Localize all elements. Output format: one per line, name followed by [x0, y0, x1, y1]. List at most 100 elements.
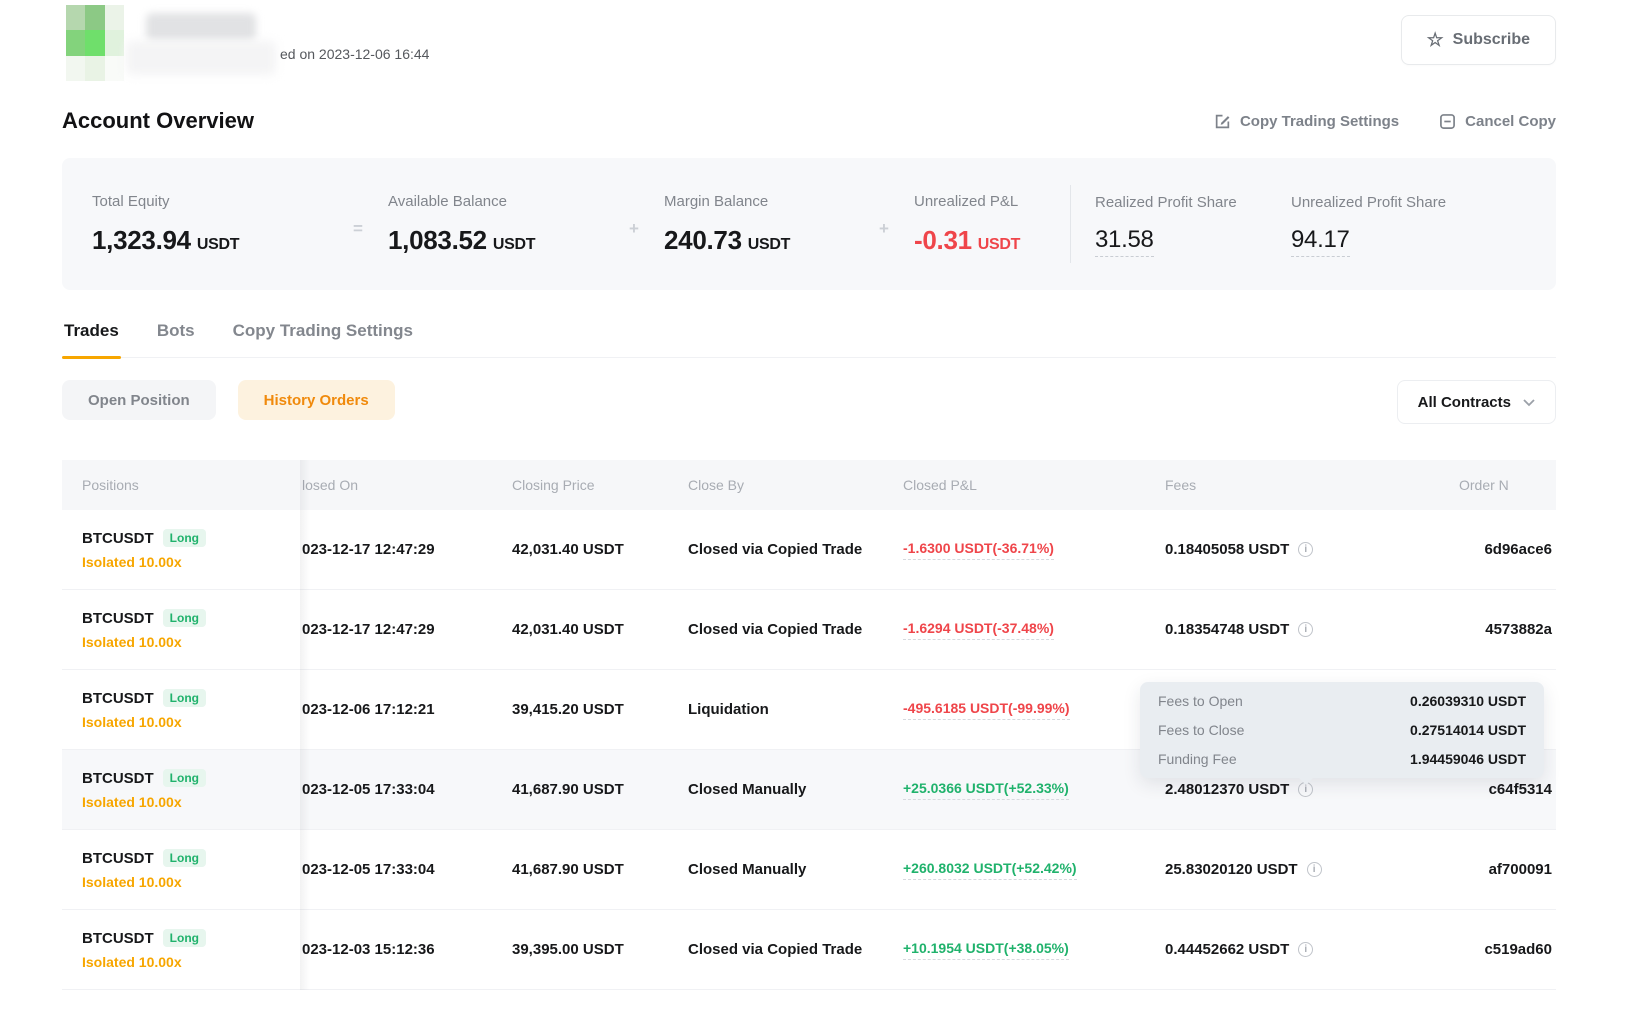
copy-trading-settings-label: Copy Trading Settings [1240, 113, 1399, 130]
subscribe-label: Subscribe [1453, 31, 1530, 49]
stat-margin-balance: Margin Balance 240.73USDT [664, 193, 854, 256]
closed-pnl-cell: -1.6294 USDT(-37.48%) [901, 620, 1163, 640]
close-by-cell: Liquidation [686, 701, 901, 718]
fees-inner: 2.48012370 USDT i [1165, 781, 1313, 798]
table-row: BTCUSDT Long Isolated 10.00x 023-12-05 1… [62, 830, 1556, 910]
side-badge: Long [163, 689, 206, 707]
stat-available-balance: Available Balance 1,083.52USDT [388, 193, 604, 256]
closed-on-cell: 023-12-05 17:33:04 [300, 781, 510, 798]
order-no-cell: af700091 [1446, 861, 1556, 878]
fees-inner: 25.83020120 USDT i [1165, 861, 1322, 878]
closed-pnl-value[interactable]: -1.6294 USDT(-37.48%) [903, 620, 1054, 640]
symbol-label: BTCUSDT [82, 610, 154, 627]
info-icon[interactable]: i [1307, 862, 1322, 877]
edit-icon [1214, 113, 1231, 130]
realized-profit-share-value[interactable]: 31.58 [1095, 226, 1154, 257]
positions-cell: BTCUSDT Long Isolated 10.00x [62, 849, 300, 890]
col-order-no: Order N [1446, 477, 1556, 493]
side-badge: Long [163, 769, 206, 787]
subscribe-button[interactable]: ☆ Subscribe [1401, 15, 1556, 65]
order-no-cell: 6d96ace6 [1446, 541, 1556, 558]
copy-trading-page: ed on 2023-12-06 16:44 ☆ Subscribe Accou… [0, 0, 1626, 1032]
fees-cell: 0.44452662 USDT i [1163, 941, 1446, 958]
closed-pnl-cell: -1.6300 USDT(-36.71%) [901, 540, 1163, 560]
col-closed-pnl: Closed P&L [901, 477, 1163, 493]
closed-pnl-value[interactable]: +260.8032 USDT(+52.42%) [903, 860, 1077, 880]
account-stats-panel: Total Equity 1,323.94USDT = Available Ba… [62, 158, 1556, 290]
col-fees: Fees [1163, 477, 1446, 493]
closed-pnl-value[interactable]: -495.6185 USDT(-99.99%) [903, 700, 1070, 720]
positions-cell: BTCUSDT Long Isolated 10.00x [62, 689, 300, 730]
trader-subtitle-blurred [126, 41, 276, 75]
closing-price-cell: 39,395.00 USDT [510, 941, 686, 958]
info-icon[interactable]: i [1298, 942, 1313, 957]
closed-pnl-cell: +10.1954 USDT(+38.05%) [901, 940, 1163, 960]
order-no-cell: c519ad60 [1446, 941, 1556, 958]
side-badge: Long [163, 929, 206, 947]
plus-operator: + [854, 219, 914, 239]
margin-leverage-label: Isolated 10.00x [82, 634, 300, 650]
cancel-copy-link[interactable]: Cancel Copy [1439, 113, 1556, 130]
closed-pnl-value[interactable]: +10.1954 USDT(+38.05%) [903, 940, 1069, 960]
contracts-dropdown[interactable]: All Contracts [1397, 380, 1556, 424]
closing-price-cell: 42,031.40 USDT [510, 621, 686, 638]
table-row: BTCUSDT Long Isolated 10.00x 023-12-17 1… [62, 510, 1556, 590]
tab-trades[interactable]: Trades [62, 319, 121, 357]
fees-value: 2.48012370 USDT [1165, 781, 1289, 798]
closed-on-cell: 023-12-17 12:47:29 [300, 621, 510, 638]
avatar [66, 5, 124, 81]
main-tabs: Trades Bots Copy Trading Settings [62, 319, 1556, 358]
table-header: Positions losed On Closing Price Close B… [62, 460, 1556, 510]
margin-leverage-label: Isolated 10.00x [82, 954, 300, 970]
history-orders-chip[interactable]: History Orders [238, 380, 395, 420]
minus-square-icon [1439, 113, 1456, 130]
info-icon[interactable]: i [1298, 542, 1313, 557]
close-by-cell: Closed via Copied Trade [686, 541, 901, 558]
stat-unrealized-pnl: Unrealized P&L -0.31USDT [914, 193, 1070, 256]
tab-bots[interactable]: Bots [155, 319, 197, 357]
trader-name-blurred [146, 13, 256, 41]
unrealized-profit-share-value[interactable]: 94.17 [1291, 226, 1350, 257]
copied-on-text: ed on 2023-12-06 16:44 [280, 46, 429, 62]
fees-value: 0.18405058 USDT [1165, 541, 1289, 558]
stat-realized-profit-share: Realized Profit Share 31.58 [1095, 194, 1291, 254]
topbar: ed on 2023-12-06 16:44 ☆ Subscribe [62, 5, 1556, 83]
symbol-label: BTCUSDT [82, 850, 154, 867]
copy-trading-settings-link[interactable]: Copy Trading Settings [1214, 113, 1399, 130]
fees-inner: 0.18405058 USDT i [1165, 541, 1313, 558]
fees-value: 0.18354748 USDT [1165, 621, 1289, 638]
stat-total-equity: Total Equity 1,323.94USDT [92, 193, 328, 256]
contracts-dropdown-value: All Contracts [1418, 394, 1511, 411]
closed-on-cell: 023-12-06 17:12:21 [300, 701, 510, 718]
overview-header: Account Overview Copy Trading Settings [62, 100, 1556, 142]
fees-breakdown-tooltip: Fees to Open 0.26039310 USDT Fees to Clo… [1140, 682, 1544, 778]
closing-price-cell: 39,415.20 USDT [510, 701, 686, 718]
positions-cell: BTCUSDT Long Isolated 10.00x [62, 529, 300, 570]
overview-actions: Copy Trading Settings Cancel Copy [1214, 113, 1556, 130]
close-by-cell: Closed via Copied Trade [686, 941, 901, 958]
info-icon[interactable]: i [1298, 622, 1313, 637]
closed-pnl-cell: -495.6185 USDT(-99.99%) [901, 700, 1163, 720]
closed-pnl-value[interactable]: -1.6300 USDT(-36.71%) [903, 540, 1054, 560]
close-by-cell: Closed Manually [686, 861, 901, 878]
cancel-copy-label: Cancel Copy [1465, 113, 1556, 130]
close-by-cell: Closed Manually [686, 781, 901, 798]
positions-cell: BTCUSDT Long Isolated 10.00x [62, 609, 300, 650]
close-by-cell: Closed via Copied Trade [686, 621, 901, 638]
closed-on-cell: 023-12-03 15:12:36 [300, 941, 510, 958]
positions-cell: BTCUSDT Long Isolated 10.00x [62, 929, 300, 970]
side-badge: Long [163, 849, 206, 867]
closed-pnl-cell: +25.0366 USDT(+52.33%) [901, 780, 1163, 800]
symbol-label: BTCUSDT [82, 690, 154, 707]
page-title: Account Overview [62, 108, 254, 134]
col-closed-on: losed On [300, 477, 510, 493]
symbol-label: BTCUSDT [82, 530, 154, 547]
closed-pnl-value[interactable]: +25.0366 USDT(+52.33%) [903, 780, 1069, 800]
open-position-chip[interactable]: Open Position [62, 380, 216, 420]
fees-inner: 0.44452662 USDT i [1165, 941, 1313, 958]
fees-cell: 0.18405058 USDT i [1163, 541, 1446, 558]
margin-leverage-label: Isolated 10.00x [82, 874, 300, 890]
tab-copy-trading-settings[interactable]: Copy Trading Settings [231, 319, 415, 357]
col-closing-price: Closing Price [510, 477, 686, 493]
closing-price-cell: 41,687.90 USDT [510, 861, 686, 878]
